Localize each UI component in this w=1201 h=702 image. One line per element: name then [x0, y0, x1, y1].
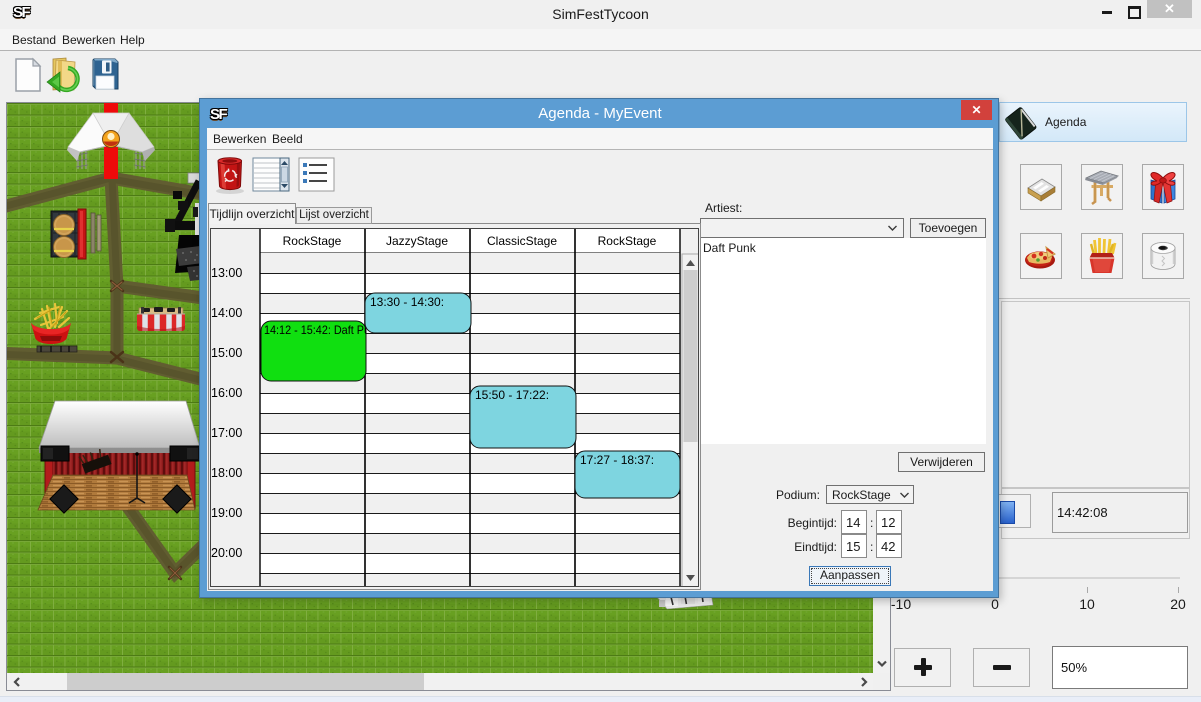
svg-text:20:00: 20:00 [211, 546, 242, 560]
svg-text:18:00: 18:00 [211, 466, 242, 480]
svg-text:15:50 - 17:22:: 15:50 - 17:22: [475, 388, 549, 402]
svg-text:14:12 - 15:42: Daft Pu: 14:12 - 15:42: Daft Pu [264, 323, 370, 337]
svg-text:RockStage: RockStage [283, 234, 342, 248]
svg-text:13:30 - 14:30:: 13:30 - 14:30: [370, 295, 444, 309]
svg-text:16:00: 16:00 [211, 386, 242, 400]
svg-text:14:00: 14:00 [211, 306, 242, 320]
svg-text:17:27 - 18:37:: 17:27 - 18:37: [580, 453, 654, 467]
svg-text:17:00: 17:00 [211, 426, 242, 440]
svg-text:13:00: 13:00 [211, 266, 242, 280]
svg-text:15:00: 15:00 [211, 346, 242, 360]
svg-text:JazzyStage: JazzyStage [386, 234, 448, 248]
svg-text:19:00: 19:00 [211, 506, 242, 520]
svg-text:ClassicStage: ClassicStage [487, 234, 557, 248]
svg-text:RockStage: RockStage [598, 234, 657, 248]
